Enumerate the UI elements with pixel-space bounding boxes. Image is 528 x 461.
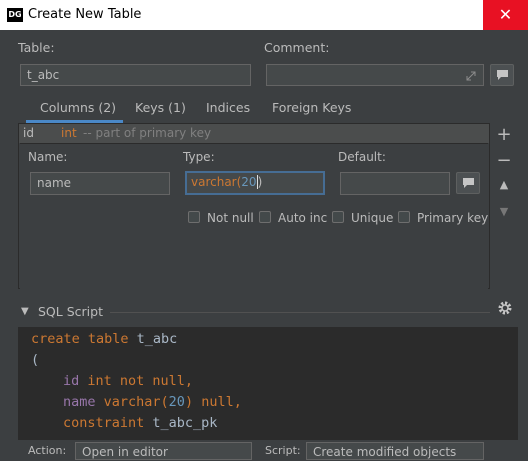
script-label: Script: bbox=[265, 444, 301, 457]
default-edit-button[interactable] bbox=[456, 172, 480, 194]
column-row-name: id bbox=[23, 126, 34, 140]
sql-script-title: SQL Script bbox=[38, 304, 103, 319]
sql-line-2: ( bbox=[31, 352, 40, 368]
sql-line-4: name varchar(20) null, bbox=[63, 394, 242, 410]
column-name-input[interactable]: name bbox=[30, 172, 170, 195]
gear-icon[interactable] bbox=[497, 300, 513, 316]
title-bar: DG Create New Table ✕ bbox=[0, 0, 528, 30]
action-select[interactable]: Open in editor bbox=[75, 442, 252, 460]
comment-edit-button[interactable] bbox=[490, 64, 514, 86]
tab-foreign-keys[interactable]: Foreign Keys bbox=[272, 100, 351, 122]
close-window-button[interactable]: ✕ bbox=[483, 0, 528, 30]
column-row-type: int bbox=[61, 126, 77, 140]
table-name-input[interactable]: t_abc bbox=[20, 64, 251, 86]
sql-line-1: create table t_abc bbox=[31, 331, 178, 347]
type-closing: ) bbox=[256, 175, 263, 189]
move-up-button[interactable]: ▲ bbox=[494, 178, 514, 191]
table-label: Table: bbox=[18, 40, 55, 55]
action-label: Action: bbox=[28, 444, 67, 457]
primary-key-label: Primary key bbox=[417, 211, 489, 225]
section-divider bbox=[110, 312, 490, 313]
editor-scrollbar[interactable] bbox=[518, 327, 528, 455]
tab-columns[interactable]: Columns (2) bbox=[40, 100, 116, 122]
expand-icon[interactable] bbox=[465, 70, 477, 82]
sql-line-3: id int not null, bbox=[63, 373, 194, 389]
not-null-checkbox[interactable] bbox=[188, 211, 200, 223]
speech-bubble-icon bbox=[463, 178, 474, 188]
datagrip-app-icon: DG bbox=[7, 8, 23, 22]
auto-inc-checkbox[interactable] bbox=[259, 211, 271, 223]
sql-line-5: constraint t_abc_pk bbox=[63, 415, 218, 431]
name-label: Name: bbox=[28, 150, 68, 164]
script-select[interactable]: Create modified objects bbox=[306, 442, 484, 460]
not-null-label: Not null bbox=[207, 211, 254, 225]
comment-label: Comment: bbox=[264, 40, 330, 55]
sql-editor[interactable]: create table t_abc ( id int not null, na… bbox=[18, 327, 518, 455]
comment-input[interactable] bbox=[266, 64, 484, 86]
primary-key-checkbox[interactable] bbox=[398, 211, 410, 223]
remove-column-button[interactable]: − bbox=[494, 150, 514, 171]
column-row-note: -- part of primary key bbox=[83, 126, 212, 140]
add-column-button[interactable]: + bbox=[494, 124, 514, 145]
speech-bubble-icon bbox=[497, 70, 508, 80]
default-label: Default: bbox=[338, 150, 386, 164]
type-keyword: varchar( bbox=[191, 175, 242, 189]
window-title: Create New Table bbox=[28, 7, 142, 22]
auto-inc-label: Auto inc bbox=[278, 211, 328, 225]
unique-label: Unique bbox=[351, 211, 394, 225]
bottom-options-bar: Action: Open in editor Script: Create mo… bbox=[0, 440, 528, 460]
type-label: Type: bbox=[183, 150, 215, 164]
default-value-input[interactable] bbox=[340, 172, 450, 195]
type-length: 20 bbox=[241, 175, 257, 189]
move-down-button[interactable]: ▼ bbox=[494, 205, 514, 218]
tab-keys[interactable]: Keys (1) bbox=[135, 100, 186, 122]
column-row-id[interactable]: id int -- part of primary key bbox=[19, 124, 489, 143]
unique-checkbox[interactable] bbox=[332, 211, 344, 223]
tab-indices[interactable]: Indices bbox=[206, 100, 250, 122]
collapse-chevron-icon[interactable]: ▼ bbox=[21, 306, 29, 317]
column-type-input[interactable]: varchar(20) bbox=[185, 171, 325, 195]
